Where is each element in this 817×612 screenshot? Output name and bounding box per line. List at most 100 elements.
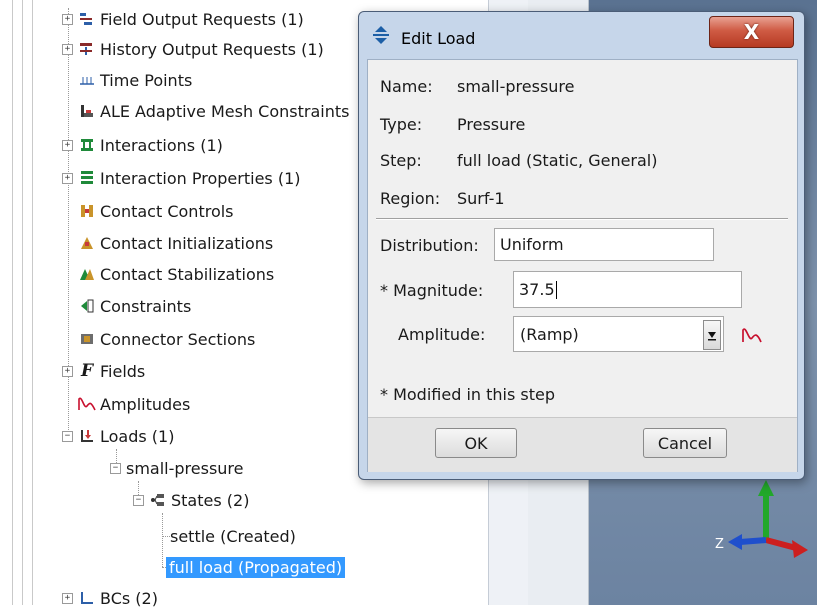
tree-item-label: full load (Propagated) — [166, 556, 346, 578]
ok-label: OK — [464, 433, 488, 453]
dropdown-arrow-icon[interactable] — [703, 320, 721, 350]
tree-item-label: Amplitudes — [100, 394, 191, 414]
contact-stabilizations-icon — [78, 265, 96, 283]
ale-mesh-icon — [78, 102, 96, 120]
constraints-icon — [78, 297, 96, 315]
time-points-icon — [78, 71, 96, 89]
amplitude-label: Amplitude: — [398, 324, 486, 344]
modified-note: * Modified in this step — [380, 385, 556, 404]
axis-label-z: Z — [715, 537, 724, 552]
button-bar: OK Cancel — [368, 417, 797, 472]
amplitudes-icon — [78, 395, 96, 413]
tree-item-settle[interactable]: settle (Created) — [170, 522, 296, 550]
tree-item-field-output-requests[interactable]: + Field Output Requests (1) — [62, 5, 304, 33]
step-row: Step: full load (Static, General) — [380, 148, 658, 172]
contact-controls-icon — [78, 202, 96, 220]
collapse-icon[interactable]: − — [110, 462, 121, 474]
expand-icon[interactable]: + — [62, 43, 73, 55]
step-key: Step: — [380, 150, 422, 170]
tree-item-contact-initializations[interactable]: Contact Initializations — [78, 229, 273, 257]
tree-item-time-points[interactable]: Time Points — [78, 66, 192, 94]
tree-item-label: Constraints — [100, 296, 192, 316]
expand-icon[interactable]: + — [62, 172, 73, 184]
tree-item-amplitudes[interactable]: Amplitudes — [78, 390, 190, 418]
field-output-icon — [78, 10, 96, 28]
states-icon — [149, 491, 167, 509]
text-cursor — [555, 280, 557, 299]
tree-item-label: Time Points — [100, 70, 193, 90]
ok-button[interactable]: OK — [435, 428, 517, 458]
tree-item-connector-sections[interactable]: Connector Sections — [78, 325, 255, 353]
tree-connector — [162, 513, 164, 567]
tree-item-label: Connector Sections — [100, 329, 256, 349]
dialog-body: Name: small-pressure Type: Pressure Step… — [367, 59, 798, 472]
cancel-label: Cancel — [657, 433, 713, 453]
magnitude-input[interactable]: 37.5 — [513, 271, 742, 308]
tree-item-states[interactable]: − States (2) — [133, 486, 249, 514]
tree-item-interaction-properties[interactable]: + Interaction Properties (1) — [62, 164, 301, 192]
tree-item-label: History Output Requests (1) — [100, 39, 324, 59]
tree-gutter-line — [32, 0, 33, 605]
bcs-icon — [78, 589, 96, 607]
name-row: Name: small-pressure — [380, 74, 575, 98]
dialog-titlebar[interactable]: Edit Load X — [359, 12, 804, 54]
tree-item-bcs[interactable]: + BCs (2) — [62, 584, 158, 612]
tree-item-full-load[interactable]: full load (Propagated) — [166, 553, 346, 581]
tree-item-label: ALE Adaptive Mesh Constraints — [100, 101, 350, 121]
tree-item-label: States (2) — [171, 490, 250, 510]
tree-item-ale-adaptive-mesh[interactable]: ALE Adaptive Mesh Constraints — [78, 97, 349, 125]
distribution-value: Uniform — [500, 235, 564, 254]
tree-item-label: Field Output Requests (1) — [100, 9, 304, 29]
interactions-icon — [78, 136, 96, 154]
cancel-button[interactable]: Cancel — [643, 428, 727, 458]
region-key: Region: — [380, 188, 441, 208]
tree-item-label: settle (Created) — [170, 526, 296, 546]
magnitude-label: * Magnitude: — [380, 280, 484, 300]
name-value: small-pressure — [457, 76, 575, 96]
region-value: Surf-1 — [457, 188, 505, 208]
tree-item-label: Contact Stabilizations — [100, 264, 275, 284]
magnitude-value: 37.5 — [519, 280, 555, 299]
tree-item-label: Contact Controls — [100, 201, 234, 221]
tree-item-label: Fields — [100, 361, 146, 381]
load-icon — [373, 26, 389, 44]
expand-icon[interactable]: + — [62, 139, 73, 151]
tree-item-constraints[interactable]: Constraints — [78, 292, 191, 320]
connector-sections-icon — [78, 330, 96, 348]
fields-icon: F — [80, 361, 94, 381]
tree-item-loads[interactable]: − Loads (1) — [62, 422, 174, 450]
distribution-field[interactable]: Uniform — [494, 228, 714, 261]
distribution-label: Distribution: — [380, 235, 479, 255]
tree-gutter-line — [22, 0, 23, 605]
tree-item-label: Loads (1) — [100, 426, 175, 446]
edit-load-dialog: Edit Load X Name: small-pressure Type: P… — [358, 11, 805, 480]
expand-icon[interactable]: + — [62, 365, 73, 377]
expand-icon[interactable]: + — [62, 592, 73, 604]
tree-connector — [162, 536, 170, 538]
tree-item-label: Interaction Properties (1) — [100, 168, 301, 188]
tree-item-small-pressure[interactable]: − small-pressure — [110, 454, 244, 482]
triad-axes-icon — [728, 480, 808, 558]
amplitude-select[interactable]: (Ramp) — [513, 316, 724, 352]
contact-initializations-icon — [78, 234, 96, 252]
collapse-icon[interactable]: − — [62, 430, 73, 442]
dialog-title: Edit Load — [401, 29, 476, 48]
tree-gutter-line — [12, 0, 13, 605]
amplitude-manager-icon[interactable] — [741, 326, 763, 344]
tree-item-contact-controls[interactable]: Contact Controls — [78, 197, 234, 225]
tree-item-contact-stabilizations[interactable]: Contact Stabilizations — [78, 260, 274, 288]
amplitude-value: (Ramp) — [520, 324, 579, 344]
tree-item-fields[interactable]: + F Fields — [62, 357, 145, 385]
loads-icon — [78, 427, 96, 445]
collapse-icon[interactable]: − — [133, 494, 144, 506]
separator — [376, 218, 788, 220]
close-icon: X — [743, 20, 760, 44]
type-row: Type: Pressure — [380, 112, 525, 136]
interaction-properties-icon — [78, 169, 96, 187]
close-button[interactable]: X — [709, 16, 794, 48]
history-output-icon — [78, 40, 96, 58]
tree-item-history-output-requests[interactable]: + History Output Requests (1) — [62, 35, 324, 63]
region-row: Region: Surf-1 — [380, 186, 505, 210]
tree-item-interactions[interactable]: + Interactions (1) — [62, 131, 223, 159]
expand-icon[interactable]: + — [62, 13, 73, 25]
